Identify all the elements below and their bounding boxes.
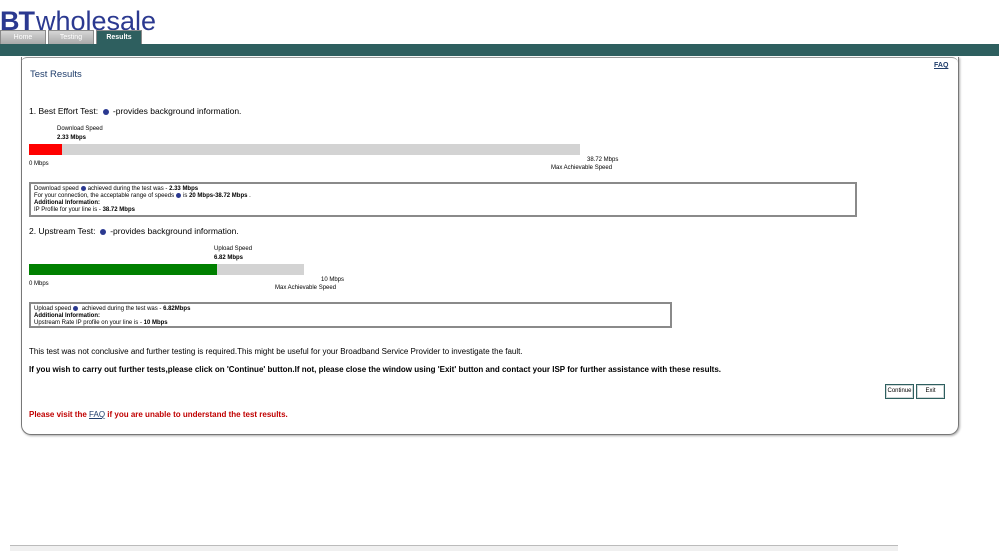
- continue-button[interactable]: Continue: [885, 384, 914, 399]
- inconclusive-message: This test was not conclusive and further…: [29, 347, 523, 356]
- footer-note-pre: Please visit the: [29, 410, 90, 419]
- info-line-text: Download speed: [34, 186, 79, 193]
- download-info-text: Download speed achieved during the test w…: [34, 186, 251, 214]
- tab-testing[interactable]: Testing: [48, 30, 94, 44]
- upload-speed-bar: [29, 264, 304, 275]
- info-line-text: IP Profile for your line is -: [34, 207, 103, 214]
- info-line-text: Upload speed: [34, 306, 72, 313]
- instructions-message: If you wish to carry out further tests,p…: [29, 365, 722, 374]
- download-max-value: 38.72 Mbps: [587, 157, 619, 163]
- info-icon[interactable]: [102, 108, 109, 115]
- upload-speed-value: 6.82 Mbps: [214, 255, 244, 261]
- best-effort-heading: 1. Best Effort Test: -provides backgroun…: [29, 106, 241, 116]
- info-line-value: 6.82Mbps: [163, 306, 191, 313]
- upload-info-text: Upload speed achieved during the test wa…: [34, 306, 190, 327]
- info-line: Additional Information:: [34, 200, 251, 207]
- info-line: Download speed achieved during the test w…: [34, 186, 251, 193]
- info-line-text: achieved during the test was -: [80, 306, 164, 313]
- tab-results[interactable]: Results: [96, 30, 142, 45]
- download-info-box: Download speed achieved during the test w…: [29, 182, 857, 217]
- header-band: [0, 44, 999, 56]
- download-speed-bar-fill: [29, 144, 63, 155]
- info-line: Upstream Rate IP profile on your line is…: [34, 320, 190, 327]
- footer-note-post: if you are unable to understand the test…: [105, 410, 288, 419]
- upload-speed-bar-fill: [29, 264, 217, 275]
- upload-speed-label: Upload Speed: [214, 246, 253, 252]
- info-line-value: 2.33 Mbps: [169, 186, 199, 193]
- download-speed-value: 2.33 Mbps: [57, 135, 87, 141]
- upload-max-label: Max Achievable Speed: [275, 285, 337, 291]
- upstream-heading-suffix: -provides background information.: [110, 226, 239, 236]
- upload-max-value: 10 Mbps: [321, 277, 345, 283]
- panel-top-border: [21, 57, 958, 64]
- info-line: Additional Information:: [34, 313, 190, 320]
- footer-faq-link[interactable]: FAQ: [89, 410, 105, 419]
- info-line-text: For your connection, the acceptable rang…: [34, 193, 175, 200]
- info-line-value: Additional Information:: [34, 200, 100, 207]
- upload-info-box: Upload speed achieved during the test wa…: [29, 302, 672, 328]
- upstream-heading: 2. Upstream Test: -provides background i…: [29, 226, 239, 236]
- page-title: Test Results: [30, 69, 82, 80]
- download-speed-label: Download Speed: [57, 126, 103, 132]
- tab-bar: Home Testing Results: [0, 30, 142, 45]
- upstream-heading-text: 2. Upstream Test:: [29, 226, 96, 236]
- best-effort-heading-text: 1. Best Effort Test:: [29, 106, 99, 116]
- info-line: IP Profile for your line is - 38.72 Mbps: [34, 207, 251, 214]
- info-icon[interactable]: [80, 186, 86, 191]
- info-icon[interactable]: [73, 306, 79, 311]
- info-line: Upload speed achieved during the test wa…: [34, 306, 190, 313]
- exit-button[interactable]: Exit: [916, 384, 945, 399]
- faq-footer-note: Please visit the FAQ if you are unable t…: [29, 410, 288, 419]
- info-line-value: 20 Mbps-38.72 Mbps: [189, 193, 248, 200]
- info-icon[interactable]: [176, 193, 182, 199]
- info-line-text: Upstream Rate IP profile on your line is…: [34, 320, 144, 327]
- upload-min-label: 0 Mbps: [29, 281, 49, 287]
- best-effort-heading-suffix: -provides background information.: [112, 106, 242, 116]
- download-max-label: Max Achievable Speed: [551, 165, 613, 171]
- faq-link[interactable]: FAQ: [934, 62, 948, 69]
- download-speed-bar: [29, 144, 580, 155]
- download-min-label: 0 Mbps: [29, 161, 49, 167]
- horizontal-scrollbar[interactable]: [10, 545, 898, 551]
- info-line-value: 10 Mbps: [143, 320, 168, 327]
- info-line-value: Additional Information:: [34, 313, 100, 320]
- info-line-text: .: [247, 193, 251, 200]
- info-icon[interactable]: [99, 228, 106, 235]
- info-line-value: 38.72 Mbps: [102, 207, 135, 214]
- info-line: For your connection, the acceptable rang…: [34, 193, 251, 200]
- info-line-text: achieved during the test was -: [87, 186, 170, 193]
- tab-home[interactable]: Home: [0, 30, 46, 44]
